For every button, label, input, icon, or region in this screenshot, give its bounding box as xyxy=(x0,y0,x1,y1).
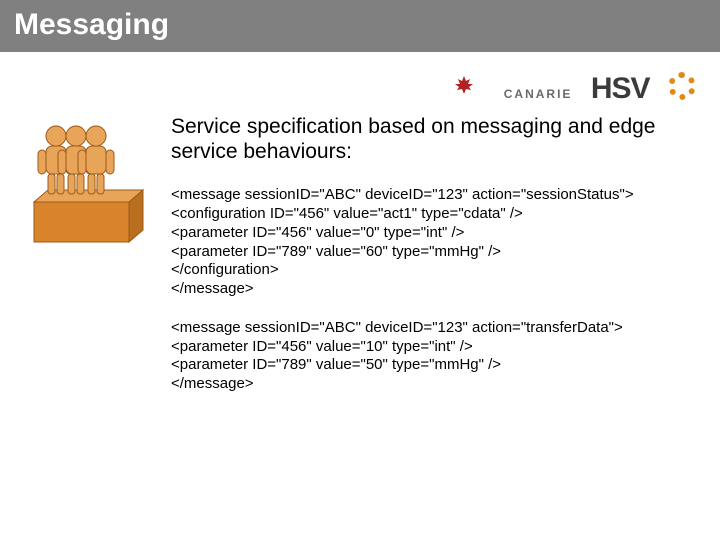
text-column: Service specification based on messaging… xyxy=(159,114,696,414)
maple-leaf-icon xyxy=(429,76,499,98)
person-icon xyxy=(38,126,114,194)
intro-text: Service specification based on messaging… xyxy=(171,114,696,164)
code-block-1: <message sessionID="ABC" deviceID="123" … xyxy=(171,186,696,299)
content-area: Service specification based on messaging… xyxy=(0,106,720,414)
messaging-graphic xyxy=(24,114,159,257)
logo-row: CANARIE HSV xyxy=(0,52,720,106)
canarie-logo: CANARIE xyxy=(429,76,572,103)
slide-title: Messaging xyxy=(14,8,169,41)
canarie-text: CANARIE xyxy=(504,87,573,101)
code-block-2: <message sessionID="ABC" deviceID="123" … xyxy=(171,319,696,394)
orange-ring-icon xyxy=(668,72,696,100)
hsv-logo-text: HSV xyxy=(591,72,650,106)
slide-title-bar: Messaging xyxy=(0,0,720,52)
people-box-icon xyxy=(24,122,154,252)
